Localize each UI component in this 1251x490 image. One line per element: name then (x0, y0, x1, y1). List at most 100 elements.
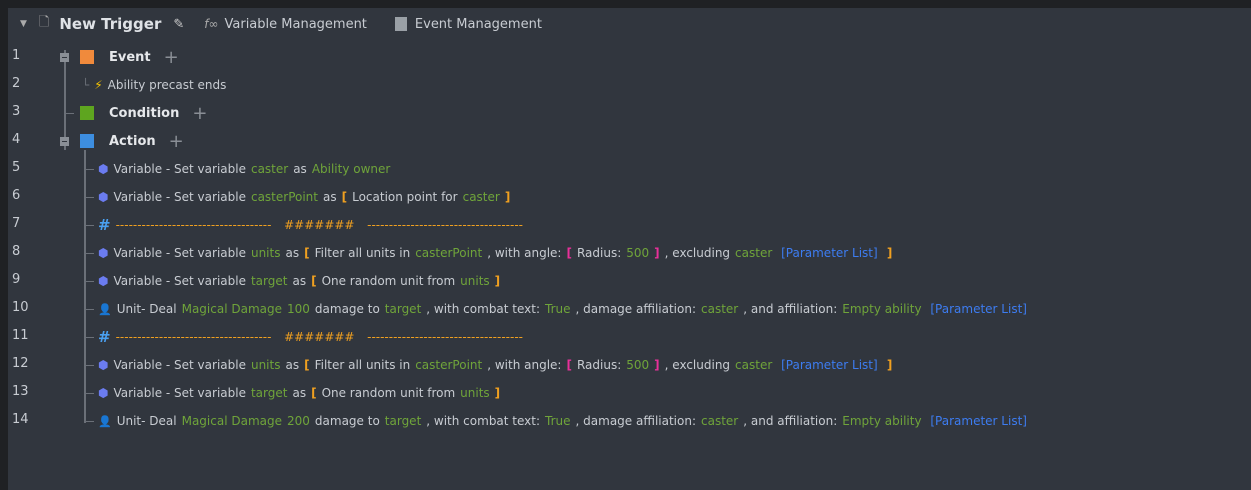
document-icon: 🗋 (38, 15, 50, 30)
add-event-button[interactable]: + (164, 47, 179, 68)
section-event[interactable]: Event + (80, 47, 184, 68)
variable-value[interactable]: target (385, 302, 422, 316)
event-item[interactable]: └ ⚡ Ability precast ends (82, 75, 231, 95)
collapse-event-toggle[interactable] (60, 53, 69, 62)
comment-text: ------------------------------------ (367, 330, 523, 344)
action-row[interactable]: # ------------------------------------ ##… (98, 215, 528, 235)
action-row[interactable]: ⬢ Variable - Set variable target as [One ran… (98, 271, 505, 291)
line-number: 8 (12, 244, 21, 259)
section-condition[interactable]: Condition + (80, 103, 212, 124)
action-text: One random unit from (321, 274, 456, 288)
parameter-list-link[interactable]: [Parameter List] (927, 302, 1027, 316)
action-row[interactable]: ⬢ Variable - Set variable casterPoint as [Lo… (98, 187, 515, 207)
line-number: 14 (12, 412, 29, 427)
variable-value[interactable]: 200 (287, 414, 310, 428)
tree-branch (86, 393, 94, 394)
variable-value[interactable]: caster (701, 302, 738, 316)
event-management-button[interactable]: Event Management (415, 17, 542, 32)
comment-text: ####### (276, 330, 363, 344)
variable-value[interactable]: caster (701, 414, 738, 428)
variable-icon: ⬢ (98, 162, 109, 176)
event-label: Ability precast ends (107, 78, 227, 92)
action-text: , damage affiliation: (575, 414, 696, 428)
collapse-action-toggle[interactable] (60, 137, 69, 146)
tree-line (64, 50, 66, 150)
variable-value[interactable]: units (251, 246, 281, 260)
tree-branch (86, 225, 94, 226)
parameter-list-link[interactable]: [Parameter List] (927, 414, 1027, 428)
tree-branch (86, 281, 94, 282)
variable-value[interactable]: caster (251, 162, 288, 176)
parameter-list-link[interactable]: [Parameter List] (777, 358, 878, 372)
variable-value[interactable]: casterPoint (251, 190, 318, 204)
action-text: as (292, 386, 307, 400)
action-text: damage to (314, 302, 380, 316)
variable-value[interactable]: True (545, 302, 571, 316)
section-label: Condition (109, 105, 180, 121)
action-row[interactable]: # ------------------------------------ ##… (98, 327, 528, 347)
variable-value[interactable]: 500 (626, 358, 649, 372)
line-number: 9 (12, 272, 21, 287)
variable-value[interactable]: Magical Damage (182, 302, 282, 316)
function-icon: f∞ (204, 17, 219, 31)
variable-value[interactable]: target (251, 274, 288, 288)
bracket: [ (341, 190, 348, 204)
bracket: ] (654, 246, 660, 260)
line-number: 2 (12, 76, 21, 91)
bracket: ] (654, 358, 660, 372)
action-text: , with combat text: (426, 414, 541, 428)
edit-pencil-icon[interactable]: ✎ (173, 17, 184, 32)
variable-value[interactable]: casterPoint (415, 246, 482, 260)
variable-value[interactable]: Empty ability (842, 414, 921, 428)
lightning-icon: ⚡ (94, 78, 103, 92)
action-text: Variable - Set variable (113, 358, 246, 372)
variable-value[interactable]: Empty ability (842, 302, 921, 316)
event-icon (80, 50, 94, 64)
variable-value[interactable]: caster (735, 358, 772, 372)
action-row[interactable]: ⬢ Variable - Set variable target as [One ran… (98, 383, 505, 403)
action-text: , with angle: (487, 358, 562, 372)
variable-value[interactable]: caster (735, 246, 772, 260)
add-condition-button[interactable]: + (192, 103, 207, 124)
collapse-arrow-icon[interactable]: ▼ (20, 19, 27, 29)
action-text: Variable - Set variable (113, 246, 246, 260)
section-action[interactable]: Action + (80, 131, 189, 152)
parameter-list-link[interactable]: [Parameter List] (777, 246, 878, 260)
unit-icon: 👤 (98, 414, 112, 428)
action-row[interactable]: ⬢ Variable - Set variable units as [Filter a… (98, 243, 897, 263)
action-text: Variable - Set variable (113, 162, 246, 176)
variable-value[interactable]: target (385, 414, 422, 428)
trigger-title[interactable]: New Trigger (59, 15, 161, 33)
action-row[interactable]: ⬢ Variable - Set variable caster as Ability … (98, 159, 395, 179)
bracket: [ (566, 246, 572, 260)
action-text: Location point for (352, 190, 458, 204)
bracket: ] (882, 246, 893, 260)
variable-icon: ⬢ (98, 190, 109, 204)
variable-management-button[interactable]: Variable Management (225, 17, 367, 32)
action-row[interactable]: ⬢ Variable - Set variable units as [Filter a… (98, 355, 897, 375)
variable-value[interactable]: True (545, 414, 571, 428)
variable-value[interactable]: casterPoint (415, 358, 482, 372)
variable-value[interactable]: Magical Damage (182, 414, 282, 428)
line-number: 5 (12, 160, 21, 175)
variable-value[interactable]: units (251, 358, 281, 372)
variable-value[interactable]: units (460, 386, 490, 400)
section-label: Event (109, 49, 151, 65)
action-row[interactable]: 👤 Unit- Deal Magical Damage 100 damage to tar… (98, 299, 1032, 319)
bracket: [ (304, 246, 310, 260)
variable-value[interactable]: units (460, 274, 490, 288)
variable-value[interactable]: caster (463, 190, 500, 204)
action-text: , and affiliation: (743, 414, 838, 428)
variable-value[interactable]: target (251, 386, 288, 400)
add-action-button[interactable]: + (169, 131, 184, 152)
variable-icon: ⬢ (98, 246, 109, 260)
unit-icon: 👤 (98, 302, 112, 316)
action-text: Unit- Deal (116, 414, 177, 428)
section-label: Action (109, 133, 156, 149)
action-text: as (285, 246, 300, 260)
variable-value[interactable]: Ability owner (312, 162, 391, 176)
action-row[interactable]: 👤 Unit- Deal Magical Damage 200 damage to tar… (98, 411, 1032, 431)
variable-value[interactable]: 100 (287, 302, 310, 316)
bracket: [ (311, 274, 317, 288)
variable-value[interactable]: 500 (626, 246, 649, 260)
